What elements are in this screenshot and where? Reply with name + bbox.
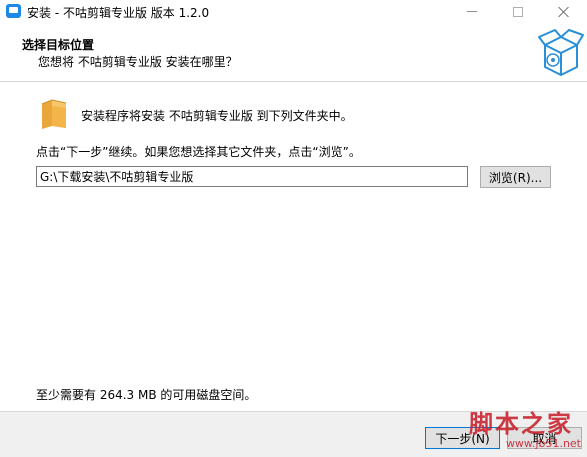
browse-button[interactable]: 浏览(R)... xyxy=(480,166,551,188)
wizard-footer: 下一步(N) 取消 xyxy=(0,412,587,457)
disk-space-text: 至少需要有 264.3 MB 的可用磁盘空间。 xyxy=(36,388,257,402)
wizard-header: 选择目标位置 您想将 不咕剪辑专业版 安装在哪里？ xyxy=(0,23,587,81)
app-icon xyxy=(6,4,21,18)
close-icon xyxy=(558,6,570,18)
header-divider xyxy=(0,81,587,82)
cancel-button[interactable]: 取消 xyxy=(507,427,582,449)
maximize-icon xyxy=(513,6,523,17)
info-text: 安装程序将安装 不咕剪辑专业版 到下列文件夹中。 xyxy=(81,109,353,123)
minimize-button[interactable] xyxy=(449,0,495,23)
window-title: 安装 - 不咕剪辑专业版 版本 1.2.0 xyxy=(27,6,210,20)
folder-icon xyxy=(41,99,67,129)
minimize-icon xyxy=(467,11,477,12)
install-box-icon xyxy=(538,29,584,76)
page-subtitle: 您想将 不咕剪辑专业版 安装在哪里？ xyxy=(38,55,238,69)
title-bar: 安装 - 不咕剪辑专业版 版本 1.2.0 xyxy=(0,0,587,23)
maximize-button[interactable] xyxy=(495,0,541,23)
page-title: 选择目标位置 xyxy=(22,38,95,52)
next-button[interactable]: 下一步(N) xyxy=(425,427,500,449)
instruction-text: 点击“下一步”继续。如果您想选择其它文件夹，点击“浏览”。 xyxy=(36,145,361,159)
install-path-input[interactable] xyxy=(36,166,468,187)
close-button[interactable] xyxy=(541,0,587,23)
